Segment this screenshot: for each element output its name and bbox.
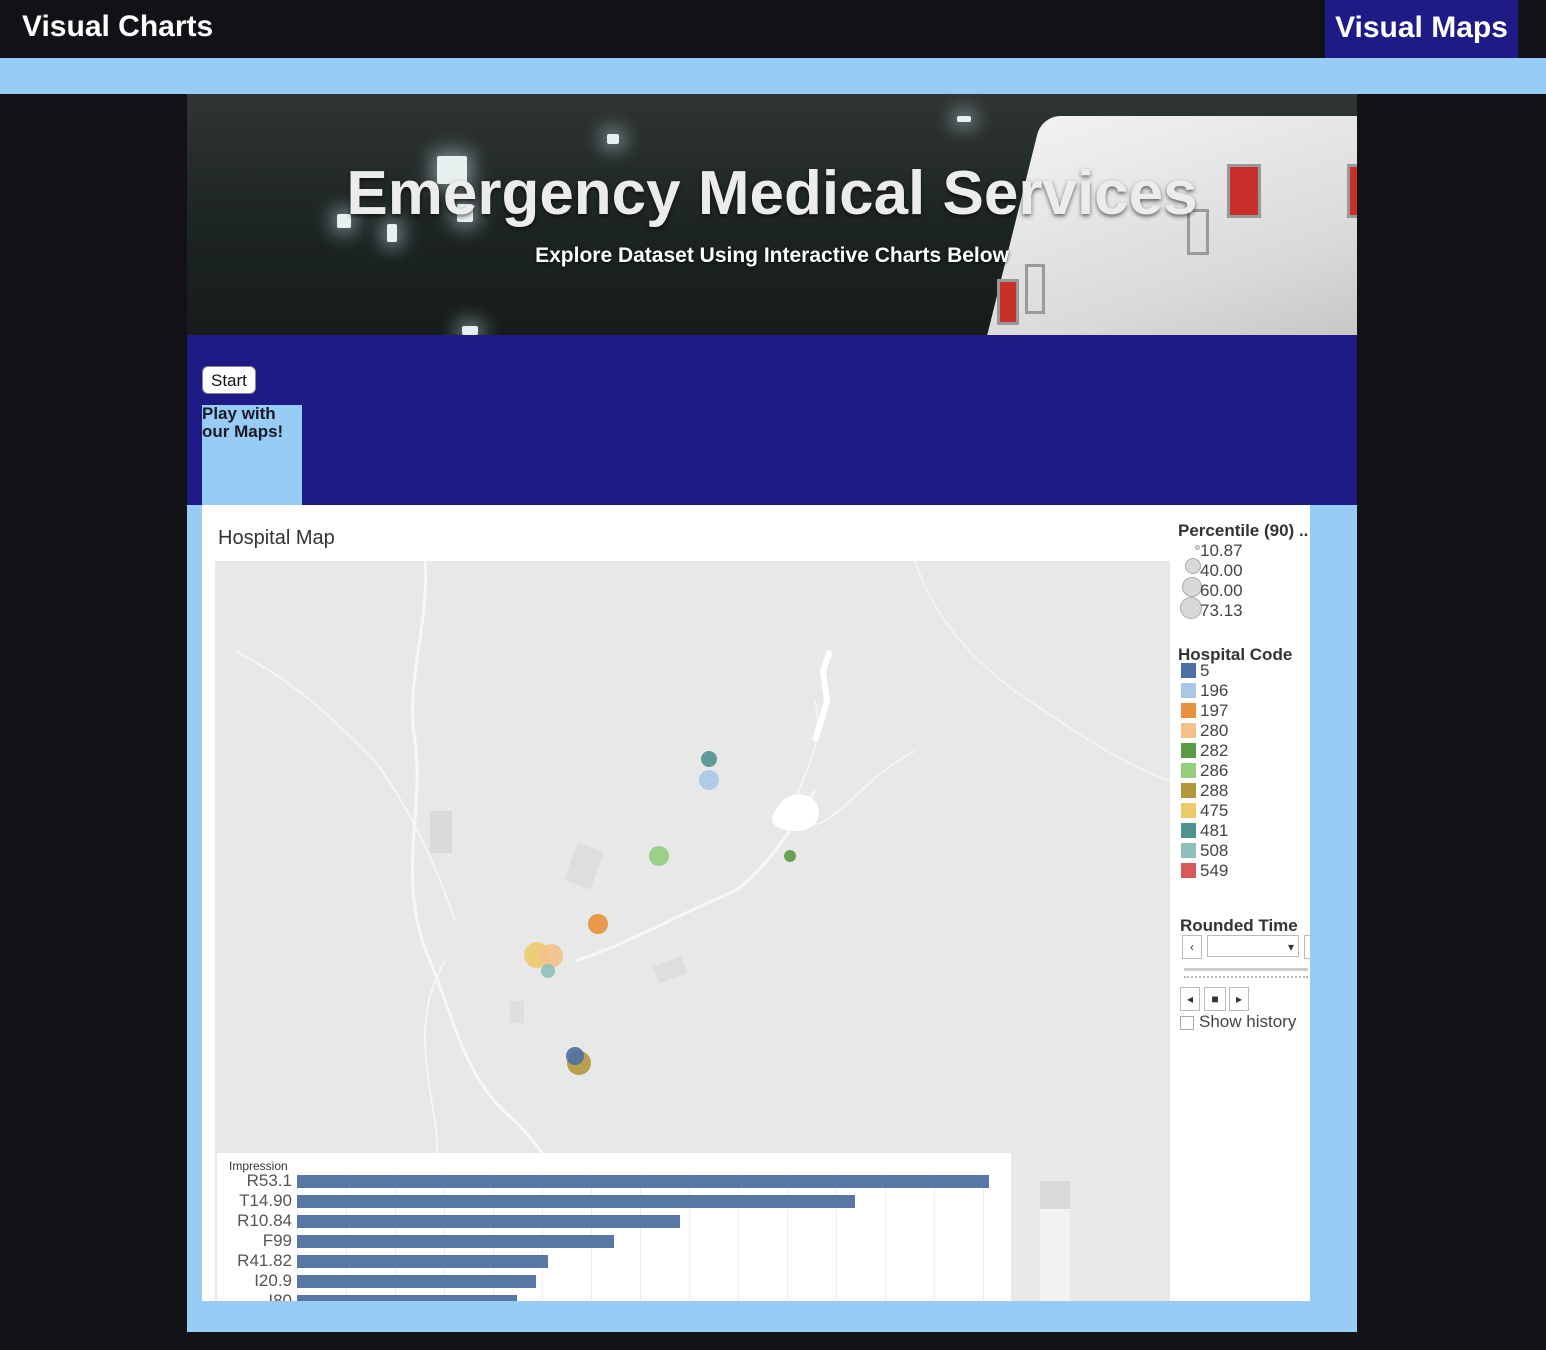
impression-bar[interactable] <box>297 1235 614 1248</box>
hospital-map[interactable]: Impression R53.1 T14.90 R10.84 F99 R41.82 I20… <box>215 561 1170 1301</box>
hospital-color-swatch[interactable] <box>1181 723 1196 738</box>
hospital-color-swatch[interactable] <box>1181 823 1196 838</box>
bar-category-label: R10.84 <box>237 1211 292 1230</box>
hero-banner: Emergency Medical Services Explore Datas… <box>187 94 1357 335</box>
gridline <box>689 1173 690 1301</box>
hospital-color-swatch[interactable] <box>1181 863 1196 878</box>
hospital-color-swatch[interactable] <box>1181 763 1196 778</box>
ambulance-window <box>1025 264 1045 314</box>
hospital-code-label: 549 <box>1200 861 1229 880</box>
size-legend-marker <box>1182 577 1202 597</box>
hospital-color-swatch[interactable] <box>1181 783 1196 798</box>
hospital-marker[interactable] <box>588 914 608 934</box>
impression-bar[interactable] <box>297 1175 989 1188</box>
rounded-time-title: Rounded Time <box>1180 916 1298 935</box>
percentile-legend-title: Percentile (90) .. <box>1178 521 1309 540</box>
hospital-color-swatch[interactable] <box>1181 683 1196 698</box>
hospital-color-swatch[interactable] <box>1181 803 1196 818</box>
hospital-marker[interactable] <box>566 1047 584 1065</box>
gridline <box>787 1173 788 1301</box>
bar-category-label: R41.82 <box>237 1251 292 1270</box>
time-slider-ticks <box>1184 976 1308 980</box>
impression-bar[interactable] <box>297 1275 536 1288</box>
hospital-marker[interactable] <box>784 850 796 862</box>
percentile-value: 10.87 <box>1200 541 1243 560</box>
gridline <box>983 1173 984 1301</box>
hero-subtitle: Explore Dataset Using Interactive Charts… <box>535 244 1009 267</box>
hospital-color-swatch[interactable] <box>1181 843 1196 858</box>
bar-category-label: F99 <box>262 1231 292 1250</box>
hospital-code-label: 475 <box>1200 801 1229 820</box>
prev-value-button[interactable]: ‹ <box>1182 935 1202 959</box>
bar-category-label: T14.90 <box>239 1191 292 1210</box>
impression-chart: Impression R53.1 T14.90 R10.84 F99 R41.82 I20… <box>217 1153 1011 1301</box>
ceiling-light <box>607 134 619 144</box>
viz-container: Hospital Map Impression R53.1 T14.90 R10… <box>187 505 1357 1332</box>
control-band: Start Play with our Maps! <box>187 335 1357 505</box>
gridline <box>885 1173 886 1301</box>
bar-category-label: R53.1 <box>246 1171 292 1190</box>
show-history-checkbox[interactable] <box>1180 1016 1194 1030</box>
hospital-code-label: 282 <box>1200 741 1229 760</box>
ceiling-light <box>957 116 971 122</box>
size-legend-marker <box>1185 558 1201 574</box>
hospital-marker[interactable] <box>541 964 555 978</box>
time-dropdown[interactable]: ▾ <box>1207 935 1299 957</box>
gridline <box>640 1173 641 1301</box>
hospital-marker[interactable] <box>539 944 563 968</box>
hospital-code-label: 197 <box>1200 701 1229 720</box>
hospital-code-label: 5 <box>1200 661 1210 680</box>
play-forward-button[interactable]: ▸ <box>1229 987 1249 1011</box>
hospital-legend-title: Hospital Code <box>1178 645 1293 664</box>
tableau-viz: Hospital Map Impression R53.1 T14.90 R10… <box>202 505 1310 1301</box>
hospital-marker[interactable] <box>701 751 717 767</box>
hospital-code-label: 508 <box>1200 841 1229 860</box>
impression-bar[interactable] <box>297 1215 681 1228</box>
nav-visual-charts-link[interactable]: Visual Charts <box>22 10 213 44</box>
impression-bar[interactable] <box>297 1195 855 1208</box>
impression-bar[interactable] <box>297 1295 518 1301</box>
impression-bar[interactable] <box>297 1255 548 1268</box>
show-history-label: Show history <box>1199 1012 1297 1031</box>
time-slider[interactable] <box>1184 968 1308 971</box>
percentile-value: 40.00 <box>1200 561 1243 580</box>
hospital-code-label: 481 <box>1200 821 1229 840</box>
size-legend-marker <box>1180 597 1202 619</box>
play-maps-box[interactable]: Play with our Maps! <box>202 405 302 505</box>
stop-button[interactable]: ■ <box>1204 987 1226 1011</box>
next-value-button[interactable] <box>1304 935 1310 959</box>
hero-title: Emergency Medical Services <box>346 159 1198 228</box>
nav-divider-bar <box>0 58 1546 94</box>
hospital-code-label: 196 <box>1200 681 1229 700</box>
viz-title: Hospital Map <box>218 527 335 549</box>
gridline <box>934 1173 935 1301</box>
hospital-code-label: 288 <box>1200 781 1229 800</box>
gridline <box>738 1173 739 1301</box>
gridline <box>836 1173 837 1301</box>
hospital-code-label: 280 <box>1200 721 1229 740</box>
start-button[interactable]: Start <box>202 366 256 394</box>
hospital-color-swatch[interactable] <box>1181 703 1196 718</box>
bar-category-label: I20.9 <box>254 1271 292 1290</box>
percentile-value: 73.13 <box>1200 601 1243 620</box>
percentile-value: 60.00 <box>1200 581 1243 600</box>
top-nav: Visual Charts Visual Maps <box>0 0 1546 58</box>
ceiling-light <box>462 326 478 335</box>
hospital-marker[interactable] <box>649 846 669 866</box>
hospital-marker[interactable] <box>699 770 719 790</box>
nav-visual-maps-link[interactable]: Visual Maps <box>1325 0 1518 58</box>
hospital-color-swatch[interactable] <box>1181 743 1196 758</box>
bar-category-label: I80 <box>268 1291 292 1301</box>
play-back-button[interactable]: ◂ <box>1180 987 1200 1011</box>
ambulance-light <box>997 279 1019 325</box>
hospital-color-swatch[interactable] <box>1181 663 1196 678</box>
hospital-code-label: 286 <box>1200 761 1229 780</box>
